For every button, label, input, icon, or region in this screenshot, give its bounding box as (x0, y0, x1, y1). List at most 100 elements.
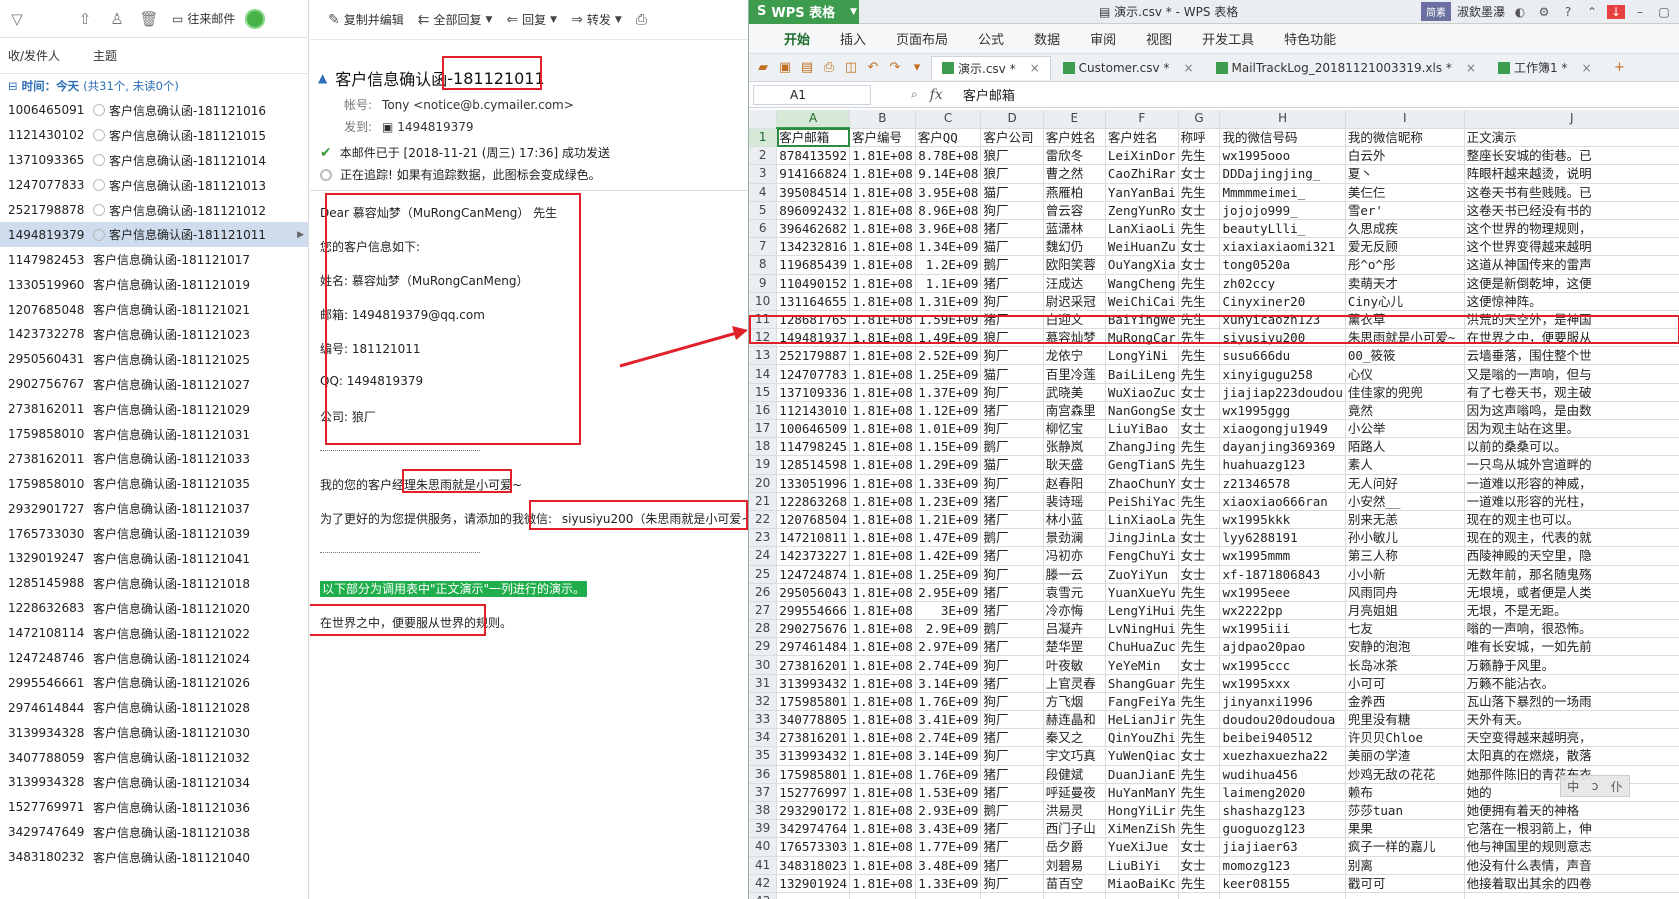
grid-cell[interactable]: 月亮姐姐 (1345, 601, 1465, 621)
grid-cell[interactable]: 896092432 (776, 201, 851, 220)
sender-column-header[interactable]: 收/发件人 (8, 47, 93, 64)
grid-cell[interactable]: 1.81E+08 (849, 710, 916, 730)
chevron-down-icon[interactable]: ▼ (615, 15, 622, 25)
grid-cell[interactable]: Mmmmmeimei_ (1219, 183, 1346, 202)
grid-cell[interactable]: 1.81E+08 (849, 219, 916, 239)
grid-cell[interactable]: 2.9E+09 (915, 619, 982, 639)
grid-cell[interactable]: 先生 (1178, 437, 1221, 457)
grid-cell[interactable]: 1.81E+08 (849, 310, 916, 330)
grid-cell[interactable]: 先生 (1178, 183, 1221, 202)
grid-cell[interactable]: 猪厂 (980, 546, 1044, 566)
mail-row[interactable]: 1285145988 客户信息确认函-181121018 (0, 571, 308, 596)
row-header[interactable]: 2 (749, 146, 778, 166)
grid-cell[interactable]: 猪厂 (980, 601, 1044, 621)
grid-cell[interactable]: 小公举 (1345, 419, 1465, 439)
grid-cell[interactable]: siyusiyu200 (1219, 328, 1346, 348)
grid-cell[interactable]: wx2222pp (1219, 601, 1346, 621)
row-header[interactable]: 43 (749, 892, 778, 899)
grid-cell[interactable]: 女士 (1178, 255, 1221, 275)
grid-cell[interactable]: 因为观主站在这里。 (1464, 419, 1679, 439)
grid-cell[interactable]: WeiHuanZu (1105, 237, 1179, 257)
grid-cell[interactable]: 现在的观主也可以。 (1464, 510, 1679, 530)
grid-cell[interactable]: 素人 (1345, 455, 1465, 475)
grid-cell[interactable]: NanGongSe (1105, 401, 1179, 421)
user-name[interactable]: 淑欽墨瀑 (1457, 3, 1505, 20)
grid-cell[interactable]: 女士 (1178, 528, 1221, 548)
grid-cell[interactable]: 1.81E+08 (849, 237, 916, 257)
grid-cell[interactable]: 客户姓名 (1043, 128, 1106, 148)
grid-cell[interactable]: 又是嗡的一声响，但与 (1464, 364, 1679, 384)
grid-cell[interactable]: 猫厂 (980, 237, 1044, 257)
grid-cell[interactable]: 许贝贝Chloe (1345, 728, 1465, 748)
move-up-icon[interactable]: ⇧ (76, 10, 94, 28)
grid-cell[interactable]: 张静岚 (1043, 437, 1106, 457)
grid-cell[interactable]: 1.12E+09 (915, 401, 982, 421)
grid-cell[interactable]: 先生 (1178, 728, 1221, 748)
grid-cell[interactable]: 疯子一样的嘉儿 (1345, 837, 1465, 857)
doc-tab[interactable]: 演示.csv * × (931, 55, 1051, 80)
grid-cell[interactable]: 女士 (1178, 383, 1221, 402)
grid-cell[interactable]: 114798245 (776, 437, 851, 457)
grid-cell[interactable]: 女士 (1178, 546, 1221, 566)
grid-cell[interactable]: 1.81E+08 (849, 528, 916, 548)
menu-3[interactable]: 页面布局 (881, 29, 963, 48)
corner-cell[interactable] (749, 110, 778, 129)
row-header[interactable]: 28 (749, 619, 778, 639)
subject-column-header[interactable]: 主题 (93, 47, 117, 64)
grid-cell[interactable]: 1.81E+08 (849, 164, 916, 184)
grid-cell[interactable]: 云墙垂落，围住整个世 (1464, 346, 1679, 366)
row-header[interactable]: 9 (749, 274, 778, 293)
grid-cell[interactable]: 陌路人 (1345, 437, 1465, 457)
row-header[interactable]: 23 (749, 528, 778, 548)
grid-cell[interactable]: ajdpao20pao (1219, 637, 1346, 657)
open-icon[interactable]: ▰ (755, 60, 771, 75)
grid-cell[interactable]: 狗厂 (980, 201, 1044, 220)
grid-cell[interactable]: laimeng2020 (1219, 783, 1346, 802)
row-header[interactable]: 11 (749, 310, 778, 330)
grid-cell[interactable]: 阵眼杆越来越烫，说明 (1464, 164, 1679, 184)
grid-cell[interactable]: ZengYunRo (1105, 201, 1179, 220)
menu-2[interactable]: 插入 (825, 29, 881, 48)
grid-cell[interactable]: 林小蓝 (1043, 510, 1106, 530)
column-header[interactable]: H (1219, 110, 1346, 129)
grid-cell[interactable]: 295056043 (776, 583, 851, 602)
grid-cell[interactable]: 洪荒的天空外，是神国 (1464, 310, 1679, 330)
column-header[interactable]: A (776, 110, 851, 130)
grid-cell[interactable]: 客户编号 (849, 128, 916, 148)
grid-cell[interactable]: 00_筱筱 (1345, 346, 1465, 366)
grid-cell[interactable]: 狼厂 (980, 164, 1044, 184)
grid-cell[interactable]: jiajiaer63 (1219, 837, 1346, 857)
grid-cell[interactable]: CaoZhiRar (1105, 164, 1179, 184)
row-header[interactable]: 26 (749, 583, 778, 602)
grid-cell[interactable]: 1.76E+09 (915, 692, 982, 712)
grid-cell[interactable]: 彤^o^彤 (1345, 255, 1465, 275)
row-header[interactable]: 24 (749, 546, 778, 566)
grid-cell[interactable]: 122863268 (776, 492, 851, 511)
grid-cell[interactable]: xiaogongju1949 (1219, 419, 1346, 439)
grid-cell[interactable]: LanXiaoLi (1105, 219, 1179, 239)
grid-cell[interactable]: 313993432 (776, 746, 851, 766)
grid-cell[interactable]: 1.81E+08 (849, 346, 916, 366)
mail-row[interactable]: 2738162011 客户信息确认函-181121029 (0, 397, 308, 422)
grid-cell[interactable]: YanYanBai (1105, 183, 1179, 202)
close-icon[interactable]: × (1030, 61, 1040, 75)
grid-cell[interactable]: momozg123 (1219, 856, 1346, 875)
grid-cell[interactable]: 先生 (1178, 874, 1221, 893)
grid-cell[interactable]: GengTianS (1105, 455, 1179, 475)
row-header[interactable]: 12 (749, 328, 778, 348)
grid-cell[interactable]: 先生 (1178, 328, 1221, 348)
row-header[interactable]: 33 (749, 710, 778, 730)
grid-cell[interactable]: 女士 (1178, 201, 1221, 220)
grid-cell[interactable]: 景劲澜 (1043, 528, 1106, 548)
grid-cell[interactable]: 3.43E+09 (915, 819, 982, 839)
preview-icon[interactable]: ◫ (843, 60, 859, 75)
row-header[interactable]: 13 (749, 346, 778, 366)
grid-cell[interactable]: 299554666 (776, 601, 851, 621)
grid-cell[interactable]: OuYangXia (1105, 255, 1179, 275)
grid-cell[interactable]: QinYouZhi (1105, 728, 1179, 748)
grid-cell[interactable]: 2.74E+09 (915, 728, 982, 748)
spreadsheet-grid[interactable]: A B C D E F G H I J 1 客户邮箱 客户编号 客户QQ 客户公司 客户姓名 客户姓名 称呼 我的微… (749, 110, 1679, 899)
export-pdf-icon[interactable]: ▤ (799, 60, 815, 75)
grid-cell[interactable]: 段健斌 (1043, 765, 1106, 784)
grid-cell[interactable]: 猪厂 (980, 510, 1044, 530)
